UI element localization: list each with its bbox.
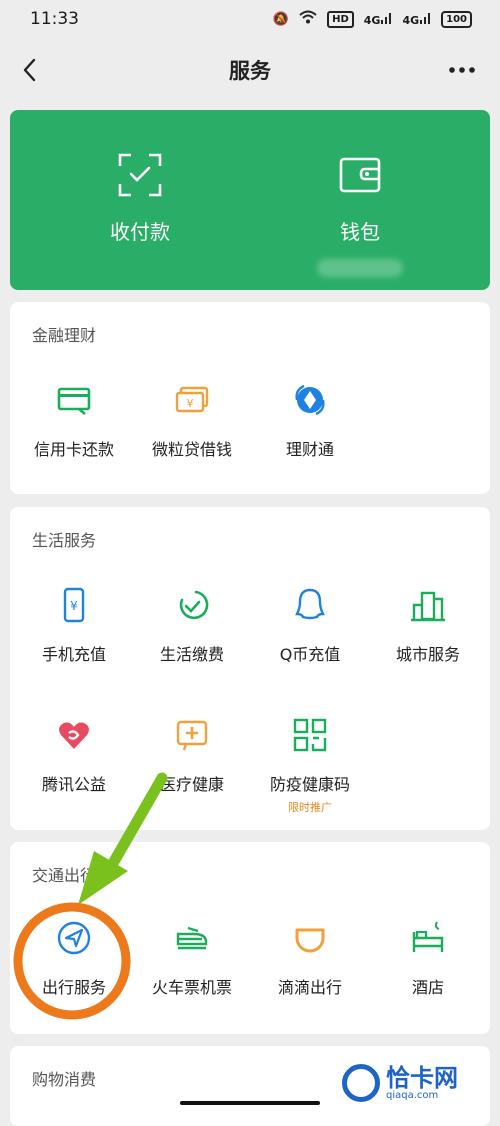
hotel-icon bbox=[412, 921, 444, 952]
svg-text:¥: ¥ bbox=[70, 599, 78, 613]
phone-topup-icon: ¥ bbox=[63, 587, 85, 623]
wifi-icon bbox=[299, 10, 317, 28]
wallet-button[interactable]: 钱包 bbox=[260, 152, 460, 277]
finance-item-loan[interactable]: ¥ 微粒贷借钱 bbox=[132, 380, 252, 460]
qr-code-icon bbox=[293, 718, 327, 752]
chevron-left-icon bbox=[23, 58, 36, 82]
mute-icon: 🔕 bbox=[272, 11, 290, 27]
back-button[interactable] bbox=[14, 52, 50, 88]
pay-label: 收付款 bbox=[110, 220, 170, 244]
watermark-logo-icon bbox=[342, 1064, 380, 1102]
section-title: 生活服务 bbox=[32, 531, 97, 550]
transport-item-hotel[interactable]: 酒店 bbox=[368, 918, 488, 998]
transport-section: 交通出行 出行服务 火车票机票 滴滴出行 酒店 bbox=[10, 842, 490, 1034]
page-title: 服务 bbox=[229, 59, 271, 83]
wallet-label: 钱包 bbox=[340, 220, 380, 244]
nav-bar: 服务 bbox=[0, 38, 500, 102]
section-title: 金融理财 bbox=[32, 326, 97, 345]
status-icons: 🔕 HD 4G 4G 100 bbox=[273, 10, 472, 28]
scan-check-icon bbox=[118, 153, 162, 197]
status-time: 11:33 bbox=[30, 9, 79, 29]
life-item-city[interactable]: 城市服务 bbox=[368, 585, 488, 665]
life-item-charity[interactable]: 腾讯公益 bbox=[14, 715, 134, 795]
svg-text:¥: ¥ bbox=[187, 397, 194, 410]
status-bar: 11:33 🔕 HD 4G 4G 100 bbox=[0, 0, 500, 38]
charity-icon bbox=[59, 722, 89, 749]
navigation-icon bbox=[57, 921, 91, 955]
wealth-icon bbox=[295, 384, 325, 416]
promo-tag: 限时推广 bbox=[288, 801, 332, 814]
life-item-qcoin[interactable]: Q币充值 bbox=[250, 585, 370, 665]
train-icon bbox=[176, 926, 208, 950]
medical-icon bbox=[176, 720, 208, 751]
life-item-health-code[interactable]: 防疫健康码 限时推广 bbox=[250, 715, 370, 815]
transport-item-train[interactable]: 火车票机票 bbox=[132, 918, 252, 998]
didi-icon bbox=[295, 928, 325, 953]
life-item-utility[interactable]: 生活缴费 bbox=[132, 585, 252, 665]
battery-icon: 100 bbox=[441, 10, 472, 28]
hd-badge: HD bbox=[327, 10, 354, 28]
wallet-icon bbox=[339, 157, 381, 193]
utility-icon bbox=[179, 590, 209, 620]
home-indicator[interactable] bbox=[180, 1101, 320, 1105]
life-section: 生活服务 ¥ 手机充值 生活缴费 Q币充值 城市服务 腾讯公益 医疗健康 防疫健… bbox=[10, 507, 490, 830]
balance-blurred bbox=[317, 259, 403, 277]
life-item-phone-topup[interactable]: ¥ 手机充值 bbox=[14, 585, 134, 665]
transport-item-didi[interactable]: 滴滴出行 bbox=[250, 918, 370, 998]
finance-item-credit-card[interactable]: 信用卡还款 bbox=[14, 380, 134, 460]
section-title: 交通出行 bbox=[32, 866, 97, 885]
more-icon bbox=[449, 67, 475, 73]
loan-icon: ¥ bbox=[175, 386, 209, 413]
watermark: 恰卡网 qiaqa.com bbox=[342, 1059, 492, 1107]
pay-button[interactable]: 收付款 bbox=[40, 152, 240, 245]
transport-item-travel[interactable]: 出行服务 bbox=[14, 918, 134, 998]
more-button[interactable] bbox=[444, 52, 480, 88]
finance-item-wealth[interactable]: 理财通 bbox=[250, 380, 370, 460]
life-item-medical[interactable]: 医疗健康 bbox=[132, 715, 252, 795]
finance-section: 金融理财 信用卡还款 ¥ 微粒贷借钱 理财通 bbox=[10, 302, 490, 494]
signal-2: 4G bbox=[402, 12, 431, 27]
section-title: 购物消费 bbox=[32, 1070, 97, 1089]
pay-wallet-card: 收付款 钱包 bbox=[10, 110, 490, 290]
signal-1: 4G bbox=[364, 12, 393, 27]
qcoin-icon bbox=[295, 588, 325, 620]
credit-card-icon bbox=[57, 387, 91, 415]
city-icon bbox=[411, 591, 445, 622]
